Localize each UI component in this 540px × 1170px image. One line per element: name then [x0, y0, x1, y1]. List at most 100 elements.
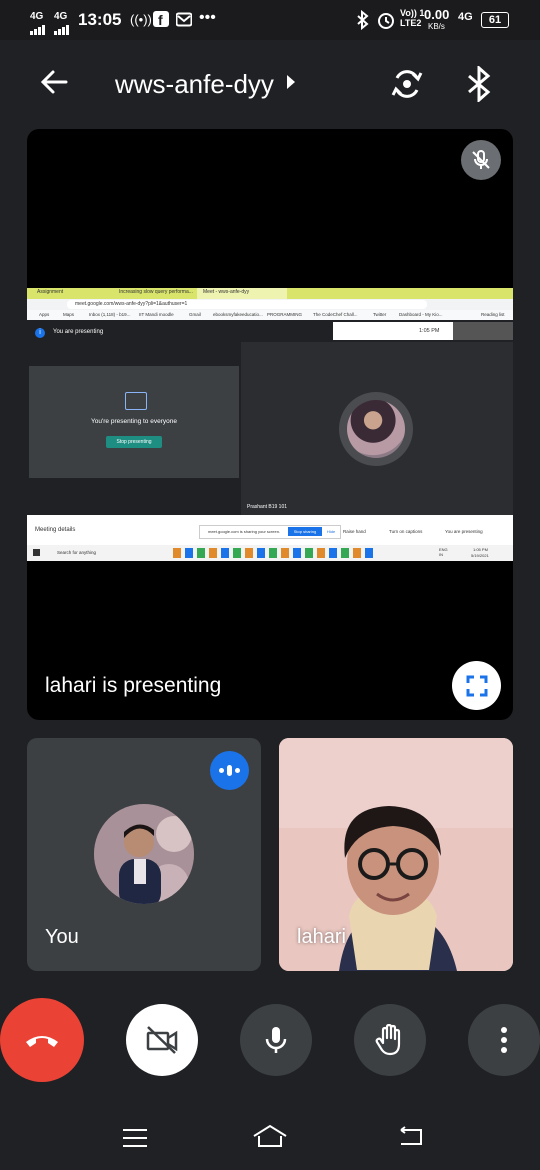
presenting-label: lahari is presenting — [45, 674, 222, 697]
stop-sharing-button: Stop sharing — [288, 527, 322, 536]
battery-indicator: 61 — [481, 12, 509, 28]
camera-off-icon — [146, 1026, 178, 1054]
participant-name: Prashant B19 101 — [247, 504, 288, 510]
person-photo — [94, 804, 194, 904]
home-button[interactable] — [252, 1124, 288, 1153]
presenting-label: You are presenting — [445, 529, 483, 534]
you-avatar — [94, 804, 194, 904]
home-icon — [253, 1124, 287, 1147]
tray-time: 1:05 PM — [473, 547, 488, 552]
bookmark: ebooksmyfakeeducatio... — [213, 312, 263, 317]
fullscreen-icon — [466, 675, 487, 696]
bookmark: PROGRAMMING — [267, 312, 303, 317]
facebook-icon: f — [153, 11, 169, 31]
speed-value: 0.00 — [424, 7, 450, 22]
browser-url: meet.google.com/wws-anfe-dyy?pli=1&authu… — [75, 301, 188, 307]
speaking-dot — [219, 768, 224, 773]
you-are-presenting-label: You are presenting — [53, 329, 104, 335]
hand-icon — [375, 1024, 401, 1056]
tile-name-lahari: lahari — [297, 926, 346, 948]
meeting-details-label: Meeting details — [35, 527, 76, 533]
meet-content: i You are presenting 1:05 PM You're pres… — [27, 320, 513, 515]
sharing-notice-text: meet.google.com is sharing your screen. — [208, 529, 281, 534]
alarm-icon — [377, 11, 395, 33]
fullscreen-button[interactable] — [452, 661, 501, 710]
bookmark: Apps — [39, 312, 50, 317]
hide-button: Hide — [327, 529, 336, 534]
network-3: 4G — [458, 11, 473, 23]
presenter-thumbnail — [453, 322, 513, 340]
meet-top-toolbar: 1:05 PM — [333, 322, 453, 340]
phone-hangup-icon — [26, 1036, 58, 1047]
bluetooth-icon — [468, 64, 491, 104]
bookmark: The CodeChef Chall... — [313, 312, 358, 317]
meet-bottom-bar: Meeting details meet.google.com is shari… — [27, 515, 513, 545]
network-1: 4G — [30, 11, 44, 22]
taskbar-apps — [173, 548, 373, 558]
windows-taskbar: Search for anything ENG IN 1:05 PM 5/19/… — [27, 545, 513, 561]
svg-text:f: f — [158, 12, 163, 27]
speaking-dot — [235, 768, 240, 773]
browser-tab-strip: Assignment Increasing slow query perform… — [27, 288, 513, 299]
switch-camera-icon — [391, 70, 423, 98]
more-notifications-icon: ••• — [199, 9, 216, 26]
raise-hand-label: Raise hand — [343, 529, 366, 534]
back-nav-icon — [400, 1126, 422, 1145]
browser-tab: Increasing slow query performa... — [119, 289, 193, 295]
presenter-muted-badge — [461, 140, 501, 180]
captions-label: Turn on captions — [389, 529, 423, 534]
back-button[interactable] — [38, 66, 70, 103]
caret-right-icon — [286, 74, 296, 95]
arrow-left-icon — [40, 70, 68, 94]
signal-icon — [54, 22, 70, 39]
tile-name-you: You — [45, 926, 79, 948]
speaking-indicator — [210, 751, 249, 790]
meeting-info-button[interactable]: wws-anfe-dyy — [115, 62, 325, 106]
presenting-to-everyone-text: You're presenting to everyone — [91, 418, 177, 425]
volte-indicator: Vo)) 1 LTE2 — [400, 8, 425, 28]
meet-clock: 1:05 PM — [419, 328, 440, 334]
speed-unit: KB/s — [428, 22, 445, 31]
browser-bookmarks: Apps Maps Inbox (1,118) - b19... IIT Man… — [27, 310, 513, 320]
signal-icon — [30, 22, 46, 39]
more-vert-icon — [501, 1027, 507, 1053]
presenting-panel: You're presenting to everyone Stop prese… — [29, 366, 239, 478]
bookmark: Maps — [63, 312, 75, 317]
bookmark: Dashboard - My Kio... — [399, 312, 443, 317]
mic-icon — [265, 1027, 287, 1053]
network-2: 4G — [54, 11, 68, 22]
stop-presenting-button: Stop presenting — [106, 436, 162, 448]
back-nav-button[interactable] — [397, 1126, 425, 1153]
participant-panel: Prashant B19 101 — [241, 342, 513, 515]
tray-date: 5/19/2021 — [471, 553, 489, 558]
recents-button[interactable] — [121, 1128, 149, 1153]
browser-tab-label: Meet - wws-anfe-dyy — [203, 289, 250, 295]
bookmark: Reading list — [481, 312, 505, 317]
sharing-notice: meet.google.com is sharing your screen. … — [199, 525, 341, 539]
toggle-mic-button[interactable] — [240, 1004, 312, 1076]
bluetooth-icon — [356, 9, 370, 35]
menu-icon — [123, 1129, 147, 1147]
windows-icon — [33, 549, 40, 556]
raise-hand-button[interactable] — [354, 1004, 426, 1076]
mic-off-icon — [472, 150, 490, 169]
more-options-button[interactable] — [468, 1004, 540, 1076]
bookmark: Inbox (1,118) - b19... — [89, 312, 131, 317]
present-icon — [125, 392, 147, 410]
bluetooth-audio-button[interactable] — [466, 64, 492, 107]
clock: 13:05 — [78, 10, 122, 29]
bookmark: Twitter — [373, 312, 387, 317]
shared-screen: Assignment Increasing slow query perform… — [27, 288, 513, 561]
speaking-dot — [227, 765, 232, 776]
end-call-button[interactable] — [0, 998, 84, 1082]
bookmark: IIT Mandi moodle — [139, 312, 174, 317]
toggle-camera-button[interactable] — [126, 1004, 198, 1076]
participant-avatar — [347, 400, 405, 458]
gmail-icon — [175, 11, 193, 31]
meeting-code: wws-anfe-dyy — [115, 68, 274, 99]
hotspot-icon: ((•)) — [130, 12, 152, 27]
tray-language: ENG IN — [439, 547, 448, 557]
switch-camera-button[interactable] — [389, 66, 425, 107]
bookmark: Gmail — [189, 312, 201, 317]
browser-tab: Assignment — [37, 289, 64, 295]
